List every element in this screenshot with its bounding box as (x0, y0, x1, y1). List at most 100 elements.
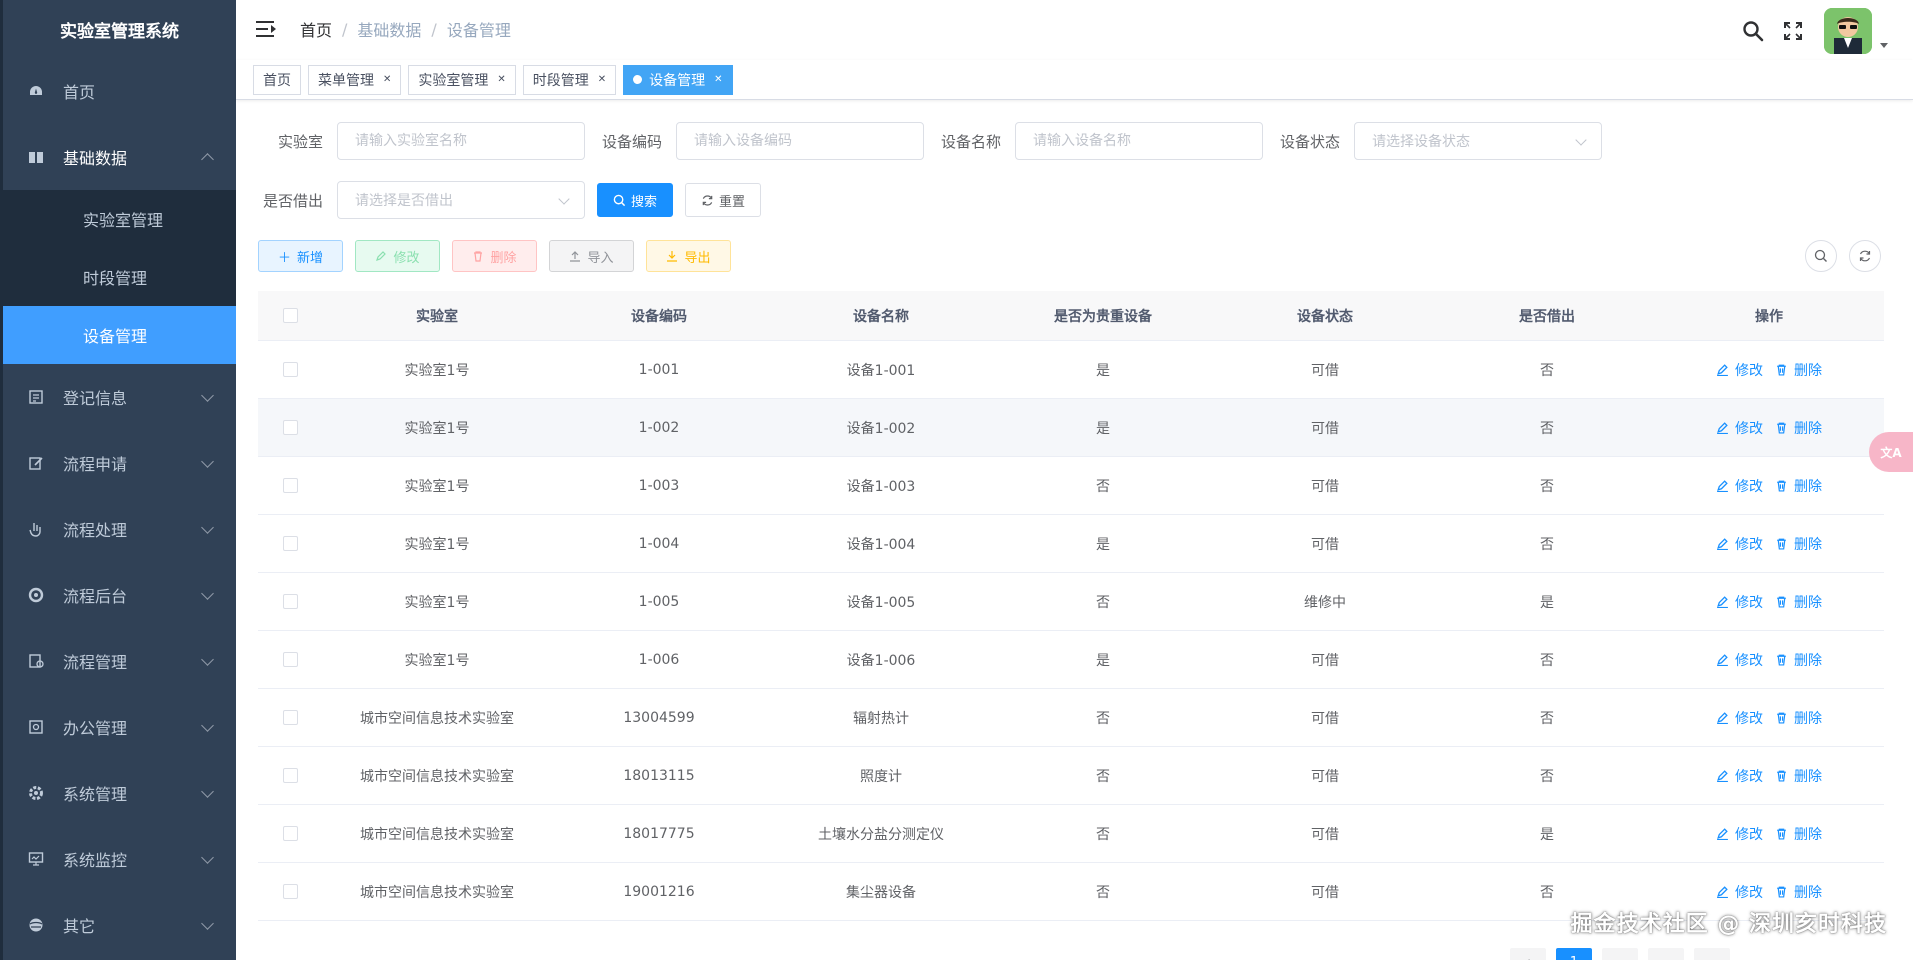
table-row[interactable]: 实验室1号 1-004 设备1-004 是 可借 否 修改 删除 (258, 515, 1884, 573)
add-button[interactable]: ＋ 新增 (258, 240, 343, 272)
page-number-button[interactable] (1648, 948, 1684, 960)
lend-status-select[interactable]: 请选择是否借出 (337, 181, 586, 219)
sidebar-item-registration[interactable]: 登记信息 (3, 364, 236, 430)
refresh-button[interactable] (1849, 240, 1881, 272)
next-page-button[interactable] (1694, 948, 1730, 960)
delete-button[interactable]: 删除 (452, 240, 537, 272)
table-row[interactable]: 实验室1号 1-003 设备1-003 否 可借 否 修改 删除 (258, 457, 1884, 515)
search-icon[interactable] (1740, 18, 1766, 44)
row-edit-button[interactable]: 修改 (1716, 360, 1763, 380)
row-edit-button[interactable]: 修改 (1716, 882, 1763, 902)
row-delete-button[interactable]: 删除 (1775, 592, 1822, 612)
sidebar-item-process-apply[interactable]: 流程申请 (3, 430, 236, 496)
sidebar-item-lab-management[interactable]: 实验室管理 (3, 190, 236, 248)
row-checkbox[interactable] (282, 362, 298, 377)
row-checkbox[interactable] (282, 768, 298, 783)
reset-button[interactable]: 重置 (685, 183, 762, 217)
breadcrumb-home[interactable]: 首页 (300, 17, 332, 41)
table-row[interactable]: 城市空间信息技术实验室 18013115 照度计 否 可借 否 修改 删除 (258, 747, 1884, 805)
row-edit-button[interactable]: 修改 (1716, 824, 1763, 844)
trash-icon (1777, 770, 1786, 782)
row-checkbox[interactable] (282, 536, 298, 551)
chevron-down-icon (558, 193, 570, 205)
sidebar-item-process-management[interactable]: 流程管理 (3, 628, 236, 694)
row-delete-button[interactable]: 删除 (1775, 708, 1822, 728)
row-edit-button[interactable]: 修改 (1716, 418, 1763, 438)
row-delete-button[interactable]: 删除 (1775, 824, 1822, 844)
sidebar-item-home[interactable]: 首页 (3, 58, 236, 124)
search-button[interactable]: 搜索 (597, 183, 674, 217)
lab-name-input[interactable] (337, 122, 586, 160)
sidebar-item-basic-data[interactable]: 基础数据 (3, 124, 236, 190)
row-checkbox[interactable] (282, 710, 298, 725)
table-row[interactable]: 实验室1号 1-006 设备1-006 是 可借 否 修改 删除 (258, 631, 1884, 689)
table-row[interactable]: 城市空间信息技术实验室 13004599 辐射热计 否 可借 否 修改 删除 (258, 689, 1884, 747)
toggle-search-button[interactable] (1805, 240, 1837, 272)
tag-lab-management[interactable]: 实验室管理 ✕ (408, 64, 516, 95)
row-delete-button[interactable]: 删除 (1775, 418, 1822, 438)
row-delete-button[interactable]: 删除 (1775, 650, 1822, 670)
table-row[interactable]: 实验室1号 1-001 设备1-001 是 可借 否 修改 删除 (258, 341, 1884, 399)
sidebar-item-device-management[interactable]: 设备管理 (3, 306, 236, 364)
tag-device-management[interactable]: 设备管理 ✕ (623, 64, 733, 95)
page-number-button[interactable] (1602, 948, 1638, 960)
chevron-down-icon[interactable] (1880, 42, 1888, 48)
row-edit-button[interactable]: 修改 (1716, 650, 1763, 670)
sidebar-item-process-backend[interactable]: 流程后台 (3, 562, 236, 628)
table-row[interactable]: 实验室1号 1-005 设备1-005 否 维修中 是 修改 删除 (258, 573, 1884, 631)
row-edit-button[interactable]: 修改 (1716, 592, 1763, 612)
translate-icon[interactable]: 文A (1869, 432, 1913, 472)
row-delete-button[interactable]: 删除 (1775, 534, 1822, 554)
cell-device-name: 辐射热计 (853, 710, 909, 727)
page-number-button[interactable]: 1 (1556, 948, 1592, 960)
cell-valuable: 否 (1096, 478, 1110, 495)
sidebar-item-system-monitor[interactable]: 系统监控 (3, 826, 236, 892)
device-status-select[interactable]: 请选择设备状态 (1354, 122, 1603, 160)
row-checkbox[interactable] (282, 884, 298, 899)
row-checkbox[interactable] (282, 826, 298, 841)
device-code-input[interactable] (676, 122, 925, 160)
cell-valuable: 否 (1096, 884, 1110, 901)
fullscreen-icon[interactable] (1780, 18, 1806, 44)
import-button[interactable]: 导入 (549, 240, 634, 272)
row-delete-button[interactable]: 删除 (1775, 882, 1822, 902)
sidebar-item-system-management[interactable]: 系统管理 (3, 760, 236, 826)
row-edit-button[interactable]: 修改 (1716, 766, 1763, 786)
close-icon[interactable]: ✕ (598, 74, 606, 85)
breadcrumb-basic-data[interactable]: 基础数据 (357, 17, 421, 41)
table-row[interactable]: 城市空间信息技术实验室 18017775 土壤水分盐分测定仪 否 可借 是 修改 删除 (258, 805, 1884, 863)
chevron-down-icon (1575, 134, 1587, 146)
tag-time-slot-management[interactable]: 时段管理 ✕ (522, 64, 617, 95)
row-edit-button[interactable]: 修改 (1716, 534, 1763, 554)
row-delete-button[interactable]: 删除 (1775, 476, 1822, 496)
row-delete-button[interactable]: 删除 (1775, 766, 1822, 786)
row-edit-button[interactable]: 修改 (1716, 708, 1763, 728)
cell-device-status: 可借 (1311, 768, 1339, 785)
cell-valuable: 是 (1096, 362, 1110, 379)
table-row[interactable]: 实验室1号 1-002 设备1-002 是 可借 否 修改 删除 (258, 399, 1884, 457)
sidebar-item-other[interactable]: 其它 (3, 892, 236, 958)
select-all-checkbox[interactable] (282, 308, 298, 323)
sidebar-item-label: 办公管理 (63, 719, 128, 738)
row-checkbox[interactable] (282, 652, 298, 667)
tag-home[interactable]: 首页 (253, 64, 301, 95)
row-edit-button[interactable]: 修改 (1716, 476, 1763, 496)
sidebar-item-time-slot-management[interactable]: 时段管理 (3, 248, 236, 306)
row-checkbox[interactable] (282, 594, 298, 609)
sidebar-item-office-management[interactable]: 办公管理 (3, 694, 236, 760)
sidebar-item-label: 基础数据 (63, 149, 128, 168)
prev-page-button[interactable]: ‹ (1510, 948, 1546, 960)
export-button[interactable]: 导出 (646, 240, 731, 272)
edit-button[interactable]: 修改 (355, 240, 440, 272)
device-name-input[interactable] (1015, 122, 1264, 160)
sidebar-toggle-icon[interactable] (256, 20, 278, 38)
row-checkbox[interactable] (282, 420, 298, 435)
close-icon[interactable]: ✕ (497, 74, 505, 85)
close-icon[interactable]: ✕ (383, 74, 391, 85)
row-checkbox[interactable] (282, 478, 298, 493)
avatar[interactable] (1824, 8, 1872, 54)
close-icon[interactable]: ✕ (714, 74, 722, 85)
tag-menu-management[interactable]: 菜单管理 ✕ (308, 64, 402, 95)
sidebar-item-process-handle[interactable]: 流程处理 (3, 496, 236, 562)
row-delete-button[interactable]: 删除 (1775, 360, 1822, 380)
